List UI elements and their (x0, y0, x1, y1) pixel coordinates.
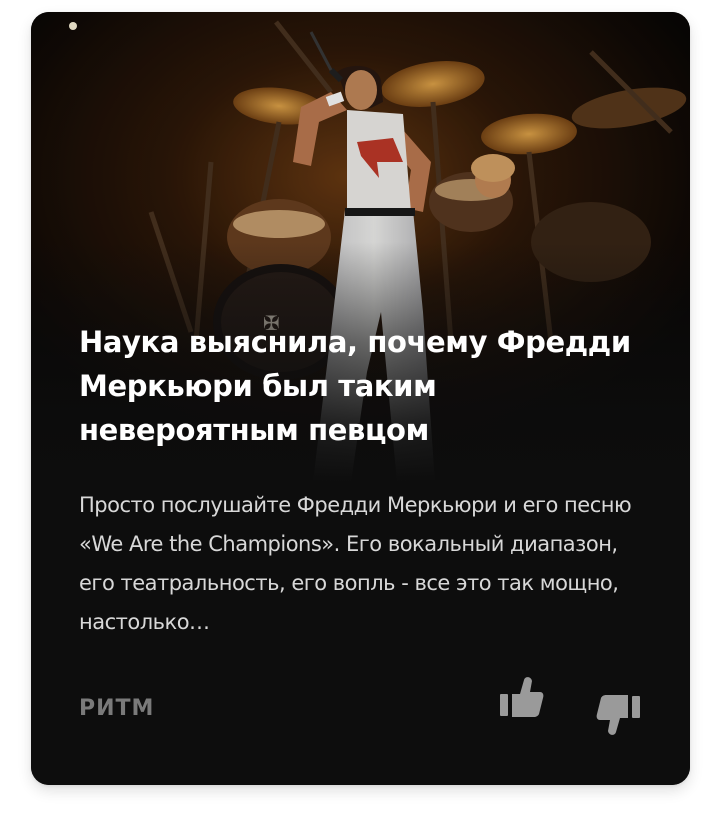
source-name[interactable]: РИТМ (79, 696, 154, 721)
thumbs-down-icon (596, 695, 640, 735)
dislike-button[interactable] (594, 690, 644, 740)
article-card[interactable]: ✠ Наука выяснила, почему Фредди (31, 12, 690, 785)
article-title[interactable]: Наука выяснила, почему Фредди Меркьюри б… (79, 320, 659, 452)
article-snippet[interactable]: Просто послушайте Фредди Меркьюри и его … (79, 486, 659, 642)
thumbs-up-icon (500, 677, 544, 717)
like-button[interactable] (496, 672, 546, 722)
